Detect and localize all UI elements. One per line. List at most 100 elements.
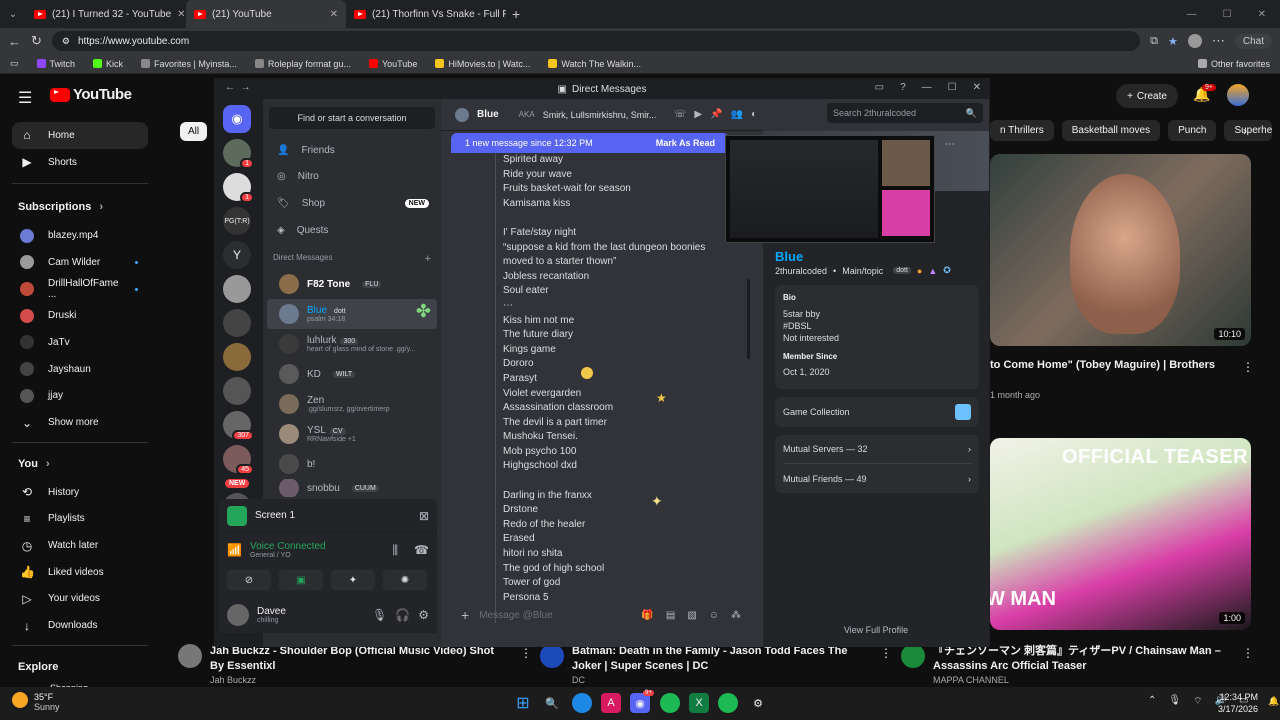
spotify-icon[interactable] bbox=[718, 693, 738, 713]
gift-icon[interactable]: 🎁 bbox=[641, 610, 653, 621]
popout-icon[interactable]: ⋯ bbox=[945, 139, 955, 150]
headset-icon[interactable]: 🎧 bbox=[395, 608, 410, 622]
url-field[interactable]: ⚙ https://www.youtube.com bbox=[51, 31, 1141, 51]
excel-icon[interactable]: X bbox=[689, 693, 709, 713]
apps-icon[interactable]: ⁂ bbox=[731, 610, 741, 621]
nav-liked-videos[interactable]: 👍 Liked videos bbox=[0, 559, 160, 586]
favorite-star-icon[interactable]: ★ bbox=[1168, 35, 1178, 48]
sub-druski[interactable]: Druski bbox=[0, 302, 160, 329]
voice-status[interactable]: Voice Connected bbox=[250, 541, 326, 552]
video-title-bottom-2[interactable]: Batman: Death in the Family - Jason Todd… bbox=[572, 644, 862, 674]
minimize-icon[interactable]: — bbox=[1187, 9, 1197, 20]
scrollbar[interactable] bbox=[747, 279, 750, 359]
bookmark-himovies[interactable]: HiMovies.to | Watc... bbox=[435, 59, 530, 69]
dm-item-kd[interactable]: KD WILT bbox=[267, 359, 437, 389]
bookmark-youtube[interactable]: YouTube bbox=[368, 59, 417, 69]
sub-jatv[interactable]: JaTv bbox=[0, 329, 160, 356]
sub-cam-wilder[interactable]: Cam Wilder bbox=[0, 249, 160, 276]
subscriptions-header[interactable]: Subscriptions › bbox=[0, 192, 160, 222]
chip-all[interactable]: All bbox=[180, 122, 208, 141]
new-message-banner[interactable]: 1 new message since 12:32 PM Mark As Read bbox=[451, 133, 729, 153]
video-options-icon[interactable]: ⋮ bbox=[520, 646, 532, 660]
close-tab-icon[interactable]: ✕ bbox=[330, 9, 338, 20]
chip[interactable]: n Thrillers bbox=[990, 120, 1054, 141]
browser-tab-1[interactable]: (21) I Turned 32 - YouTube ✕ bbox=[26, 0, 186, 28]
video-call-icon[interactable]: ▶ bbox=[694, 109, 702, 120]
refresh-icon[interactable]: ↻ bbox=[31, 33, 42, 49]
windows-start-icon[interactable]: ⊞ bbox=[513, 693, 533, 713]
nav-watch-later[interactable]: ◷ Watch later bbox=[0, 532, 160, 559]
bookmark-walking[interactable]: Watch The Walkin... bbox=[548, 59, 641, 69]
chip[interactable]: Punch bbox=[1168, 120, 1217, 141]
server-icon[interactable]: Y bbox=[223, 241, 251, 269]
bookmark-kick[interactable]: Kick bbox=[93, 59, 123, 69]
wifi-icon[interactable]: ⌔ bbox=[1193, 695, 1202, 708]
sticker-icon[interactable]: ▧ bbox=[687, 610, 696, 621]
create-dm-icon[interactable]: + bbox=[425, 253, 431, 265]
sub-blazey[interactable]: blazey.mp4 bbox=[0, 222, 160, 249]
server-icon[interactable]: 1 bbox=[223, 139, 254, 169]
close-icon[interactable]: ✕ bbox=[973, 82, 981, 93]
notifications-icon[interactable]: 🔔 bbox=[1268, 696, 1279, 707]
video-channel[interactable]: Jah Buckzz bbox=[210, 675, 256, 685]
account-avatar[interactable] bbox=[1227, 84, 1249, 106]
maximize-icon[interactable]: ☐ bbox=[948, 82, 957, 93]
message-input[interactable]: + Message @Blue 🎁 ▤ ▧ ☺ ⁂ bbox=[453, 601, 749, 629]
inbox-icon[interactable]: ▭ bbox=[875, 82, 884, 93]
video-options-icon[interactable]: ⋮ bbox=[880, 646, 892, 660]
nav-quests[interactable]: ◈ Quests bbox=[263, 217, 441, 244]
nav-your-videos[interactable]: ▷ Your videos bbox=[0, 586, 160, 613]
chip[interactable]: Basketball moves bbox=[1061, 120, 1161, 141]
tray-overflow-icon[interactable]: ⌃ bbox=[1148, 695, 1156, 708]
maximize-icon[interactable]: ☐ bbox=[1223, 9, 1232, 20]
activities-button[interactable]: ✦ bbox=[331, 570, 375, 590]
mark-as-read-button[interactable]: Mark As Read bbox=[656, 138, 715, 148]
copilot-chat-button[interactable]: Chat bbox=[1234, 33, 1272, 49]
noise-suppression-icon[interactable]: ⫼ bbox=[393, 543, 399, 558]
browser-tab-3[interactable]: (21) Thorfinn Vs Snake - Full Fight✕ bbox=[346, 0, 506, 28]
user-avatar[interactable] bbox=[227, 604, 249, 626]
server-icon[interactable]: 307 bbox=[223, 411, 254, 441]
minimize-icon[interactable]: — bbox=[922, 82, 932, 93]
video-options-icon[interactable]: ⋮ bbox=[1242, 360, 1254, 374]
weather-widget[interactable]: 35°F Sunny bbox=[34, 692, 60, 712]
bookmark-favorites[interactable]: Favorites | Myinsta... bbox=[141, 59, 237, 69]
stop-stream-icon[interactable]: ⊠ bbox=[419, 509, 429, 523]
mic-icon[interactable]: 🎙 bbox=[1168, 695, 1181, 708]
spotify-icon[interactable] bbox=[660, 693, 680, 713]
chat-user-name[interactable]: Blue bbox=[477, 109, 499, 120]
game-collection-card[interactable]: Game Collection bbox=[775, 397, 979, 427]
chips-next-icon[interactable]: › bbox=[1243, 124, 1247, 138]
close-tab-icon[interactable]: ✕ bbox=[177, 9, 185, 20]
search-icon[interactable]: 🔍 bbox=[542, 693, 562, 713]
attach-plus-icon[interactable]: + bbox=[461, 607, 469, 623]
bookmark-roleplay[interactable]: Roleplay format gu... bbox=[254, 59, 351, 69]
nav-nitro[interactable]: ◎ Nitro bbox=[263, 164, 441, 191]
profile-avatar[interactable] bbox=[1187, 34, 1202, 48]
dm-item-b[interactable]: b! bbox=[267, 449, 437, 479]
chip[interactable]: Superhe bbox=[1224, 120, 1273, 141]
tab-list-icon[interactable]: ⌄ bbox=[0, 9, 26, 20]
discord-home-icon[interactable]: ◉ bbox=[223, 105, 251, 133]
sub-drillhalloffame[interactable]: DrillHallOfFame ... bbox=[0, 276, 160, 303]
mutual-servers-row[interactable]: Mutual Servers — 32 › bbox=[783, 435, 971, 464]
voice-channel[interactable]: General / YO bbox=[250, 552, 326, 559]
mic-icon[interactable]: 🎙 bbox=[372, 608, 387, 622]
channel-avatar[interactable] bbox=[901, 644, 925, 668]
discord-taskbar-icon[interactable]: ◉ bbox=[630, 693, 650, 713]
video-title-bottom-3[interactable]: 『チェンソーマン 刺客篇』ティザーPV / Chainsaw Man – Ass… bbox=[933, 644, 1233, 674]
steam-icon[interactable]: ⚙ bbox=[748, 693, 768, 713]
dm-item-zen[interactable]: Zen .gg/slumsrz, gg/overtimerp bbox=[267, 389, 437, 419]
video-title-bottom-1[interactable]: Jah Buckzz - Shoulder Bop (Official Musi… bbox=[210, 644, 500, 674]
disconnect-icon[interactable]: ☎ bbox=[414, 543, 429, 557]
dm-item-blue[interactable]: Blue dott psalm 34:18 ✤ bbox=[267, 299, 437, 330]
server-icon[interactable] bbox=[223, 309, 251, 337]
server-icon[interactable] bbox=[223, 343, 251, 371]
youtube-logo[interactable]: YouTube bbox=[50, 86, 132, 103]
new-tab-button[interactable]: + bbox=[512, 6, 520, 22]
nav-friends[interactable]: 👤 Friends bbox=[263, 137, 441, 164]
server-icon[interactable]: PG(T:R) bbox=[223, 207, 251, 235]
server-icon[interactable]: 45 bbox=[223, 445, 254, 475]
nav-playlists[interactable]: ≡ Playlists bbox=[0, 506, 160, 533]
add-friends-icon[interactable]: 👥 bbox=[731, 109, 743, 120]
